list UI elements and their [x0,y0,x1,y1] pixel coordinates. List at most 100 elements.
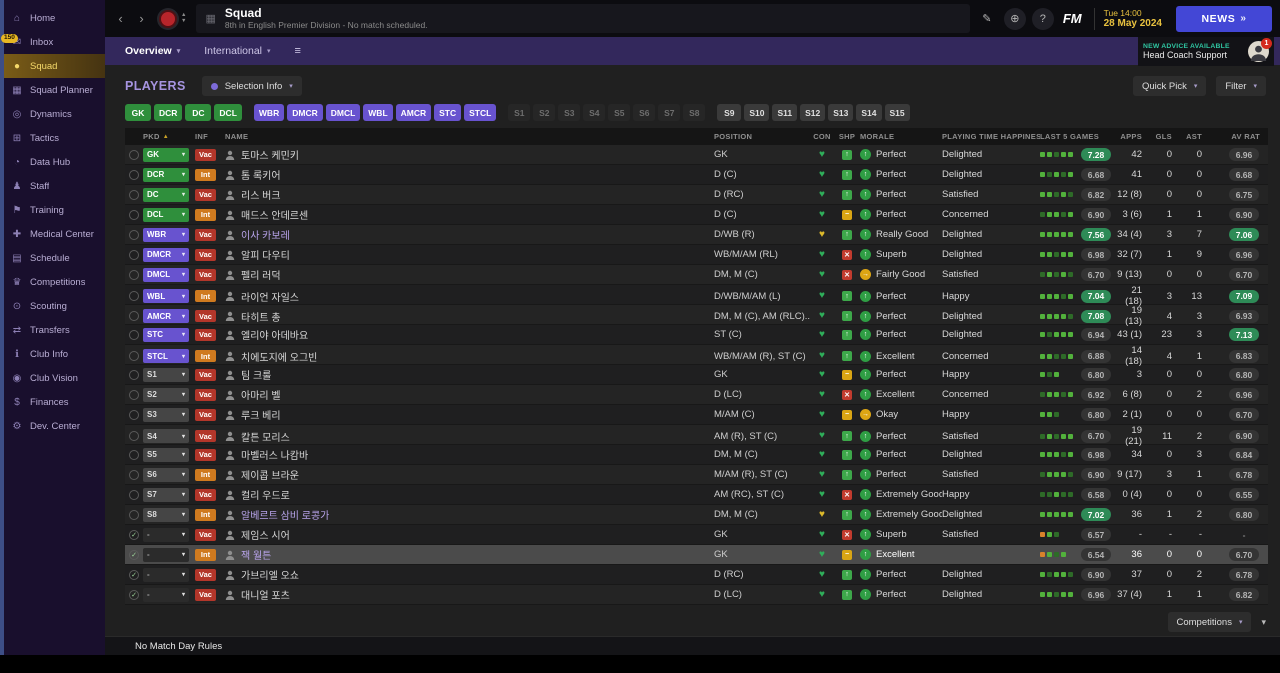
position-filter-s12[interactable]: S12 [800,104,826,121]
pkd-badge[interactable]: WBL ▾ [143,289,189,303]
sidebar-item-scouting[interactable]: ⊙ Scouting [4,294,105,318]
table-row[interactable]: DCL ▾ Int 매드스 안데르센 D (C) ♥ − ↑ Perfect Con… [125,205,1268,225]
player-name[interactable]: 치에도지에 오그빈 [241,349,317,364]
sidebar-item-squad[interactable]: ● Squad [4,54,105,78]
row-select-circle[interactable] [129,269,139,280]
pkd-badge[interactable]: S6 ▾ [143,467,189,482]
position-filter-s14[interactable]: S14 [856,104,882,121]
pkd-badge[interactable]: AMCR ▾ [143,309,189,323]
player-name[interactable]: 라이언 자일스 [241,289,299,304]
row-select-circle[interactable] [129,449,139,460]
pkd-badge[interactable]: STC ▾ [143,327,189,342]
table-row[interactable]: WBL ▾ Int 라이언 자일스 D/WB/M/AM (L) ♥ ↑ ↑ Perf… [125,285,1268,307]
sidebar-item-inbox[interactable]: ✉ Inbox 150 [1,30,105,54]
pkd-badge[interactable]: WBR ▾ [143,227,189,242]
pkd-badge[interactable]: S3 ▾ [143,407,189,422]
sidebar-item-staff[interactable]: ♟ Staff [4,174,105,198]
col-morale[interactable]: MORALE [860,132,942,141]
row-select-circle[interactable] [129,469,139,480]
pkd-badge[interactable]: DMCR ▾ [143,247,189,262]
sidebar-item-medical-center[interactable]: ✚ Medical Center [4,222,105,246]
sidebar-item-home[interactable]: ⌂ Home [4,6,105,30]
table-row[interactable]: ✓ - ▾ Vac 가브리엘 오쇼 D (RC) ♥ ↑ ↑ Perfect Del… [125,565,1268,585]
position-filter-dcl[interactable]: DCL [214,104,242,121]
player-name[interactable]: 리스 버크 [241,187,281,202]
player-name[interactable]: 타히트 총 [241,309,281,324]
table-row[interactable]: DMCR ▾ Vac 알피 다우티 WB/M/AM (RL) ♥ ✕ ↑ Super… [125,245,1268,265]
sidebar-item-squad-planner[interactable]: ▦ Squad Planner [4,78,105,102]
sidebar-item-club-vision[interactable]: ◉ Club Vision [4,366,105,390]
position-filter-dc[interactable]: DC [185,104,212,121]
position-filter-s4[interactable]: S4 [583,104,606,121]
sidebar-item-dev-center[interactable]: ⚙ Dev. Center [4,414,105,438]
position-filter-s3[interactable]: S3 [558,104,581,121]
row-select-circle[interactable] [129,169,139,180]
position-filter-stc[interactable]: STC [434,104,462,121]
pkd-badge[interactable]: DCL ▾ [143,207,189,222]
player-name[interactable]: 팀 크룰 [241,367,271,382]
tab-overview[interactable]: Overview ▾ [125,45,180,57]
table-row[interactable]: STC ▾ Vac 엘리야 아데바요 ST (C) ♥ ↑ ↑ Perfect De… [125,325,1268,345]
screen-title-box[interactable]: ▦ Squad 8th in English Premier Division … [196,4,970,33]
table-row[interactable]: STCL ▾ Int 치에도지에 오그빈 WB/M/AM (R), ST (C) … [125,345,1268,367]
sidebar-item-club-info[interactable]: ℹ Club Info [4,342,105,366]
row-select-circle[interactable]: ✓ [129,529,139,540]
player-name[interactable]: 잭 월튼 [241,547,271,562]
row-select-circle[interactable] [129,409,139,420]
position-filter-stcl[interactable]: STCL [464,104,497,121]
player-name[interactable]: 루크 베리 [241,407,281,422]
player-name[interactable]: 펠리 러덕 [241,267,281,282]
position-filter-s2[interactable]: S2 [533,104,556,121]
pkd-badge[interactable]: STCL ▾ [143,349,189,363]
pkd-badge[interactable]: S8 ▾ [143,507,189,522]
player-name[interactable]: 가브리엘 오쇼 [241,567,299,582]
row-select-circle[interactable] [129,229,139,240]
record-button[interactable] [159,9,177,28]
row-select-circle[interactable] [129,149,139,160]
player-name[interactable]: 마벨러스 나캄바 [241,447,308,462]
pkd-badge[interactable]: S5 ▾ [143,447,189,462]
position-filter-wbr[interactable]: WBR [253,104,285,121]
table-row[interactable]: AMCR ▾ Vac 타히트 총 DM, M (C), AM (RLC)... ♥… [125,305,1268,327]
player-name[interactable]: 컬리 우드로 [241,487,290,502]
row-select-circle[interactable] [129,209,139,220]
pkd-badge[interactable]: DCR ▾ [143,167,189,182]
table-row[interactable]: S6 ▾ Int 제이콥 브라운 M/AM (R), ST (C) ♥ ↑ ↑ Pe… [125,465,1268,485]
pkd-badge[interactable]: DMCL ▾ [143,267,189,282]
player-name[interactable]: 칼튼 모리스 [241,429,290,444]
col-avrat[interactable]: AV RAT [1212,132,1268,141]
table-row[interactable]: S2 ▾ Vac 아마리 벨 D (LC) ♥ ✕ ↑ Excellent Conc… [125,385,1268,405]
row-select-circle[interactable] [129,311,139,321]
sidebar-item-finances[interactable]: $ Finances [4,390,105,414]
row-select-circle[interactable] [129,369,139,380]
row-select-circle[interactable]: ✓ [129,569,139,580]
tab-menu-icon[interactable]: ≡ [295,45,301,57]
pkd-badge[interactable]: S4 ▾ [143,429,189,443]
position-filter-s1[interactable]: S1 [508,104,531,121]
row-select-circle[interactable] [129,189,139,200]
col-shp[interactable]: SHP [834,132,860,141]
col-pkd[interactable]: PKD ▲ [143,132,195,141]
row-select-circle[interactable] [129,329,139,340]
position-filter-s6[interactable]: S6 [633,104,656,121]
selection-info-dropdown[interactable]: Selection Info ▾ [201,76,302,96]
news-button[interactable]: NEWS» [1176,5,1272,32]
row-select-circle[interactable] [129,291,139,301]
pkd-badge[interactable]: GK ▾ [143,147,189,162]
player-name[interactable]: 아마리 벨 [241,387,281,402]
table-row[interactable]: DC ▾ Vac 리스 버크 D (RC) ♥ ↑ ↑ Perfect Satisf… [125,185,1268,205]
position-filter-dcr[interactable]: DCR [154,104,183,121]
forward-button[interactable]: › [134,8,149,30]
row-select-circle[interactable] [129,509,139,520]
col-playing-time-happiness[interactable]: PLAYING TIME HAPPINESS [942,132,1040,141]
pkd-badge[interactable]: - ▾ [143,567,189,582]
player-name[interactable]: 엘리야 아데바요 [241,327,308,342]
table-row[interactable]: S1 ▾ Vac 팀 크룰 GK ♥ − ↑ Perfect Happy 6.80 … [125,365,1268,385]
player-name[interactable]: 제이콥 브라운 [241,467,299,482]
player-name[interactable]: 대니얼 포츠 [241,587,290,602]
position-filter-wbl[interactable]: WBL [363,104,393,121]
sidebar-item-competitions[interactable]: ♛ Competitions [4,270,105,294]
table-row[interactable]: DMCL ▾ Vac 펠리 러덕 DM, M (C) ♥ ✕ → Fairly Go… [125,265,1268,285]
player-name[interactable]: 매드스 안데르센 [241,207,308,222]
table-row[interactable]: ✓ - ▾ Vac 제임스 시어 GK ♥ ✕ ↑ Superb Satisfied… [125,525,1268,545]
